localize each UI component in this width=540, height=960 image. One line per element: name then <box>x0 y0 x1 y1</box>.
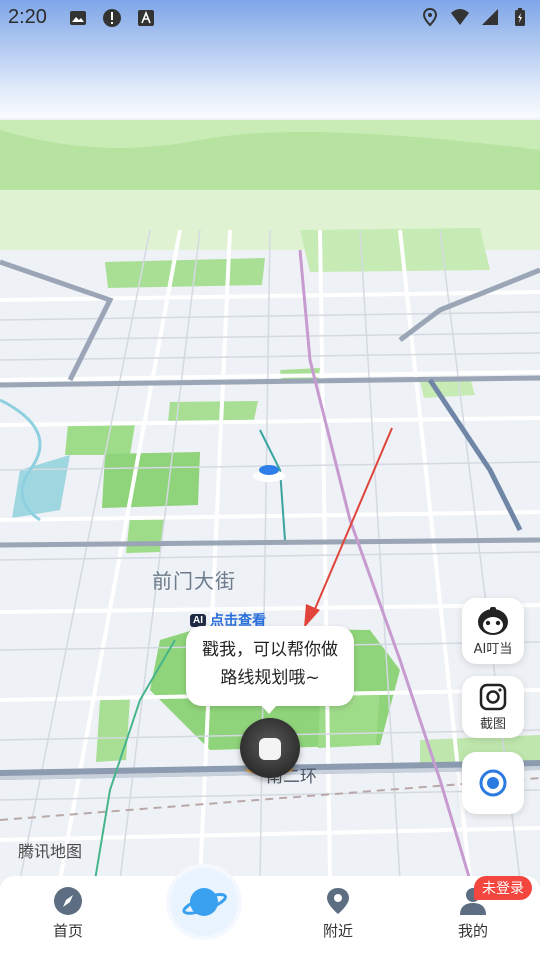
assistant-bubble[interactable]: 戳我，可以帮你做 路线规划哦~ <box>186 626 354 706</box>
image-icon <box>70 11 86 25</box>
bubble-tail <box>260 704 278 714</box>
locate-button[interactable] <box>462 752 524 814</box>
signal-icon <box>482 9 498 25</box>
ai-dingdang-button[interactable]: AI叮当 <box>462 598 524 664</box>
status-system <box>420 7 530 27</box>
screenshot-label: 截图 <box>479 716 506 732</box>
bottom-nav: 首页 附近 我的 <box>0 876 540 960</box>
bubble-line-1: 戳我，可以帮你做 <box>202 640 338 660</box>
map-logo: 腾讯地图 <box>18 842 83 861</box>
explore-button[interactable] <box>170 868 238 936</box>
pin-icon <box>327 888 349 914</box>
screen: 前门大街 南二环 腾讯地图 2:20 AI 点击查看 戳我，可以帮你做 路线规划… <box>0 0 540 960</box>
alert-icon <box>103 9 121 27</box>
wifi-icon <box>451 9 469 25</box>
locate-icon <box>479 769 507 797</box>
robot-icon <box>478 606 508 635</box>
compass-icon <box>54 887 82 915</box>
assistant-avatar[interactable] <box>240 718 300 778</box>
bubble-line-2: 路线规划哦~ <box>220 668 320 688</box>
font-icon <box>138 10 154 26</box>
nav-home-label: 首页 <box>52 922 83 940</box>
battery-icon <box>515 8 525 26</box>
login-badge[interactable]: 未登录 <box>474 876 532 900</box>
camera-icon <box>479 683 507 710</box>
nav-home[interactable]: 首页 <box>28 886 108 941</box>
status-notifications <box>68 8 156 28</box>
street-label: 前门大街 <box>152 569 236 593</box>
avatar-face-icon <box>259 738 281 760</box>
screenshot-button[interactable]: 截图 <box>462 676 524 738</box>
nav-nearby-label: 附近 <box>322 922 353 940</box>
planet-icon <box>182 888 227 916</box>
status-bar: 2:20 <box>0 0 540 36</box>
ai-badge: AI <box>190 613 206 627</box>
nav-mine-label: 我的 <box>457 922 488 940</box>
nav-nearby[interactable]: 附近 <box>298 886 378 941</box>
status-time: 2:20 <box>8 6 47 28</box>
location-icon <box>422 7 438 27</box>
ai-dingdang-label: AI叮当 <box>473 641 513 657</box>
